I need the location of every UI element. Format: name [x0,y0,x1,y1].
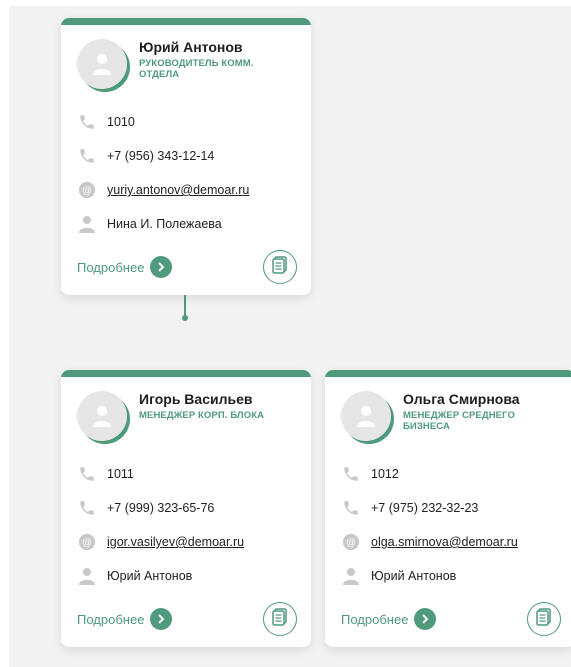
document-button[interactable] [263,250,297,284]
document-button[interactable] [263,602,297,636]
more-details-link[interactable]: Подробнее [341,608,437,630]
at-sign-icon: @ [341,532,361,552]
manager-row: Юрий Антонов [341,559,559,593]
phone-value: +7 (975) 232-32-23 [371,501,479,515]
email-link[interactable]: yuriy.antonov@demoar.ru [107,183,249,197]
ext-value: 1010 [107,115,135,129]
card-accent-bar [325,370,571,377]
phone-icon [341,464,361,484]
chevron-right-icon [150,608,173,630]
svg-text:@: @ [346,538,356,549]
phone-value: +7 (999) 323-65-76 [107,501,215,515]
more-details-link[interactable]: Подробнее [77,256,173,278]
avatar [341,391,394,444]
phone-row: +7 (999) 323-65-76 [77,491,295,525]
manager-row: Нина И. Полежаева [77,207,295,241]
ext-value: 1011 [107,467,134,481]
avatar [77,391,130,444]
phone-icon [77,112,97,132]
employee-name: Ольга Смирнова [403,391,520,407]
phone-icon [77,498,97,518]
chevron-right-icon [414,608,437,630]
phone-icon [77,464,97,484]
manager-name: Юрий Антонов [107,569,193,583]
employee-card-0: Юрий Антонов РУКОВОДИТЕЛЬ КОММ. ОТДЕЛА 1… [61,18,311,295]
employee-name: Юрий Антонов [139,39,243,55]
ext-row: 1012 [341,457,559,491]
employee-name: Игорь Васильев [139,391,253,407]
svg-text:@: @ [82,538,92,549]
person-icon [341,566,361,586]
more-label: Подробнее [341,611,409,627]
email-row: @ olga.smirnova@demoar.ru [341,525,559,559]
manager-name: Юрий Антонов [371,569,457,583]
ext-row: 1010 [77,105,295,139]
person-icon [77,214,97,234]
avatar [77,39,130,92]
employee-role: МЕНЕДЖЕР СРЕДНЕГО БИЗНЕСА [403,410,515,432]
email-link[interactable]: igor.vasilyev@demoar.ru [107,535,244,549]
card-accent-bar [61,18,311,25]
org-connector-dot [182,315,188,321]
person-icon [93,54,111,75]
more-details-link[interactable]: Подробнее [77,608,173,630]
ext-row: 1011 [77,457,295,491]
email-row: @ yuriy.antonov@demoar.ru [77,173,295,207]
manager-row: Юрий Антонов [77,559,295,593]
org-connector-line [184,295,186,317]
phone-row: +7 (975) 232-32-23 [341,491,559,525]
ext-value: 1012 [371,467,399,481]
person-icon [77,566,97,586]
employee-card-2: Ольга Смирнова МЕНЕДЖЕР СРЕДНЕГО БИЗНЕСА… [325,370,571,647]
person-icon [93,406,111,427]
svg-text:@: @ [82,186,92,197]
phone-icon [341,498,361,518]
chevron-right-icon [150,256,173,278]
at-sign-icon: @ [77,180,97,200]
employee-card-1: Игорь Васильев МЕНЕДЖЕР КОРП. БЛОКА 1011… [61,370,311,647]
document-icon [272,255,288,279]
phone-row: +7 (956) 343-12-14 [77,139,295,173]
phone-icon [77,146,97,166]
employee-role: РУКОВОДИТЕЛЬ КОММ. ОТДЕЛА [139,58,254,80]
document-icon [272,607,288,631]
at-sign-icon: @ [77,532,97,552]
email-link[interactable]: olga.smirnova@demoar.ru [371,535,518,549]
more-label: Подробнее [77,611,145,627]
person-icon [357,406,375,427]
document-button[interactable] [527,602,561,636]
employee-role: МЕНЕДЖЕР КОРП. БЛОКА [139,410,265,421]
more-label: Подробнее [77,259,145,275]
card-accent-bar [61,370,311,377]
document-icon [536,607,552,631]
phone-value: +7 (956) 343-12-14 [107,149,215,163]
email-row: @ igor.vasilyev@demoar.ru [77,525,295,559]
manager-name: Нина И. Полежаева [107,217,222,231]
